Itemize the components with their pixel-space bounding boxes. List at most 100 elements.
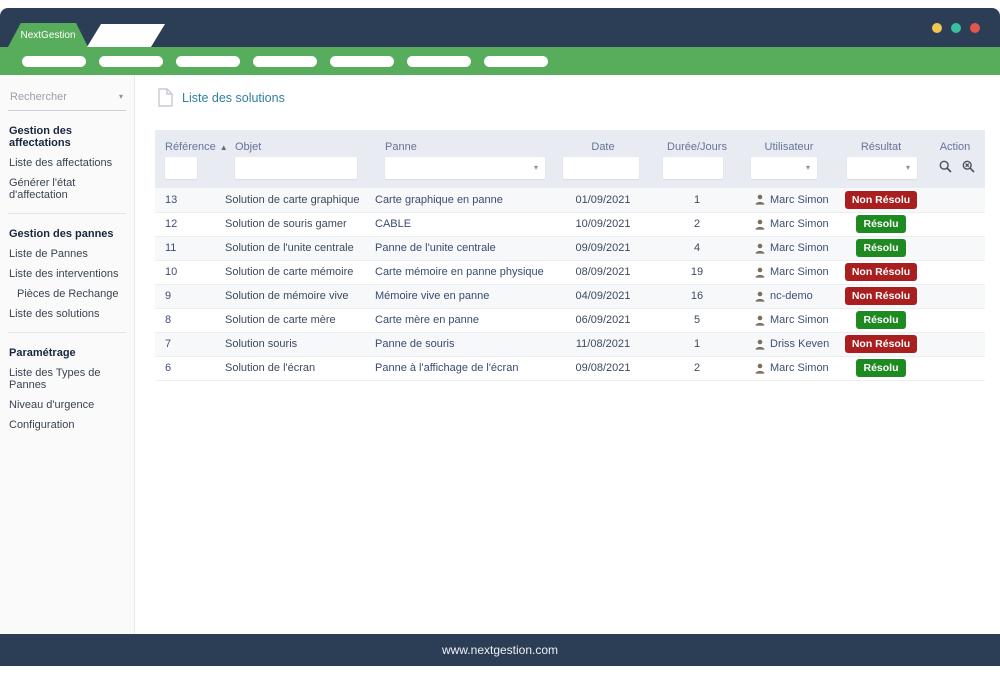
nav-pill[interactable] [176, 56, 240, 67]
user-icon [755, 291, 765, 302]
status-badge: Non Résolu [845, 263, 917, 281]
filter-objet-input[interactable] [235, 157, 357, 179]
sidebar-search-select[interactable]: Rechercher ▾ [8, 88, 126, 111]
table-row[interactable]: 13 Solution de carte graphique Carte gra… [155, 188, 985, 212]
filter-date-input[interactable] [563, 157, 639, 179]
user-name: nc-demo [770, 290, 813, 302]
user-name: Marc Simon [770, 314, 829, 326]
table-header-row: Référence▲ Objet Panne Date Durée/Jours … [155, 130, 985, 157]
cell-resultat: Résolu [837, 308, 925, 332]
cell-date: 01/09/2021 [553, 188, 653, 212]
column-header-date[interactable]: Date [553, 130, 653, 157]
sidebar-item-liste-affectations[interactable]: Liste des affectations [8, 153, 126, 173]
user-name: Driss Keven [770, 338, 829, 350]
table-row[interactable]: 10 Solution de carte mémoire Carte mémoi… [155, 260, 985, 284]
footer-url: www.nextgestion.com [442, 643, 558, 657]
user-icon [755, 315, 765, 326]
filter-utilisateur-select[interactable]: ▾ [751, 157, 817, 179]
column-header-action: Action [925, 130, 985, 157]
nav-pill[interactable] [22, 56, 86, 67]
column-header-reference[interactable]: Référence▲ [155, 130, 225, 157]
column-header-utilisateur[interactable]: Utilisateur [741, 130, 837, 157]
section-heading: Gestion des pannes [8, 220, 126, 244]
nav-pill[interactable] [99, 56, 163, 67]
sidebar-item-liste-pannes[interactable]: Liste de Pannes [8, 244, 126, 264]
sidebar-item-configuration[interactable]: Configuration [8, 415, 126, 435]
filter-duree-input[interactable] [663, 157, 723, 179]
cell-resultat: Non Résolu [837, 188, 925, 212]
status-badge: Non Résolu [845, 335, 917, 353]
cell-date: 11/08/2021 [553, 332, 653, 356]
chevron-down-icon: ▾ [119, 93, 123, 101]
cell-action [925, 332, 985, 356]
cell-utilisateur: Driss Keven [741, 332, 837, 356]
sidebar-item-pieces-rechange[interactable]: Pièces de Rechange [8, 284, 126, 304]
table-row[interactable]: 9 Solution de mémoire vive Mémoire vive … [155, 284, 985, 308]
user-icon [755, 339, 765, 350]
sidebar-item-liste-solutions[interactable]: Liste des solutions [8, 304, 126, 324]
close-dot-icon[interactable] [970, 23, 980, 33]
cell-resultat: Non Résolu [837, 284, 925, 308]
document-icon [158, 88, 173, 107]
cell-duree: 19 [653, 260, 741, 284]
cell-action [925, 236, 985, 260]
sidebar-section-pannes: Gestion des pannes Liste de Pannes Liste… [8, 213, 126, 332]
cell-utilisateur: Marc Simon [741, 212, 837, 236]
chevron-down-icon: ▾ [906, 164, 910, 172]
sidebar-item-types-pannes[interactable]: Liste des Types de Pannes [8, 363, 126, 395]
sidebar-item-niveau-urgence[interactable]: Niveau d'urgence [8, 395, 126, 415]
titlebar: NextGestion [0, 8, 1000, 47]
cell-reference: 12 [155, 212, 225, 236]
column-header-duree[interactable]: Durée/Jours [653, 130, 741, 157]
filter-panne-select[interactable]: ▾ [385, 157, 545, 179]
blank-tab[interactable] [87, 24, 165, 47]
minimize-dot-icon[interactable] [932, 23, 942, 33]
cell-objet: Solution de l'écran [225, 356, 375, 380]
cell-panne: Panne de souris [375, 332, 553, 356]
nav-pill[interactable] [330, 56, 394, 67]
cell-date: 04/09/2021 [553, 284, 653, 308]
search-icon[interactable] [939, 160, 952, 173]
cell-utilisateur: Marc Simon [741, 260, 837, 284]
filter-resultat-select[interactable]: ▾ [847, 157, 917, 179]
cell-duree: 2 [653, 356, 741, 380]
cell-resultat: Résolu [837, 236, 925, 260]
cell-utilisateur: Marc Simon [741, 236, 837, 260]
column-header-objet[interactable]: Objet [225, 130, 375, 157]
cell-date: 09/09/2021 [553, 236, 653, 260]
cell-date: 10/09/2021 [553, 212, 653, 236]
status-badge: Résolu [856, 239, 905, 257]
table-row[interactable]: 8 Solution de carte mère Carte mère en p… [155, 308, 985, 332]
cell-resultat: Résolu [837, 212, 925, 236]
cell-utilisateur: Marc Simon [741, 308, 837, 332]
sidebar-item-generer-etat[interactable]: Générer l'état d'affectation [8, 173, 126, 205]
column-header-panne[interactable]: Panne [375, 130, 553, 157]
user-name: Marc Simon [770, 266, 829, 278]
table-row[interactable]: 7 Solution souris Panne de souris 11/08/… [155, 332, 985, 356]
cell-reference: 10 [155, 260, 225, 284]
nav-pill[interactable] [484, 56, 548, 67]
cell-date: 09/08/2021 [553, 356, 653, 380]
cell-action [925, 260, 985, 284]
nav-pill[interactable] [407, 56, 471, 67]
cell-action [925, 284, 985, 308]
cell-action [925, 212, 985, 236]
table-row[interactable]: 6 Solution de l'écran Panne à l'affichag… [155, 356, 985, 380]
column-header-resultat[interactable]: Résultat [837, 130, 925, 157]
clear-search-icon[interactable] [962, 160, 975, 173]
user-icon [755, 194, 765, 205]
status-badge: Résolu [856, 311, 905, 329]
sidebar-item-liste-interventions[interactable]: Liste des interventions [8, 264, 126, 284]
nav-pill[interactable] [253, 56, 317, 67]
table-row[interactable]: 11 Solution de l'unite centrale Panne de… [155, 236, 985, 260]
cell-panne: Carte graphique en panne [375, 188, 553, 212]
maximize-dot-icon[interactable] [951, 23, 961, 33]
brand-tab[interactable]: NextGestion [8, 23, 88, 47]
table-row[interactable]: 12 Solution de souris gamer CABLE 10/09/… [155, 212, 985, 236]
cell-panne: Panne de l'unite centrale [375, 236, 553, 260]
cell-reference: 13 [155, 188, 225, 212]
main-nav [0, 47, 1000, 75]
section-heading: Gestion des affectations [8, 117, 126, 153]
sidebar: Rechercher ▾ Gestion des affectations Li… [0, 75, 135, 634]
filter-reference-input[interactable] [165, 157, 197, 179]
